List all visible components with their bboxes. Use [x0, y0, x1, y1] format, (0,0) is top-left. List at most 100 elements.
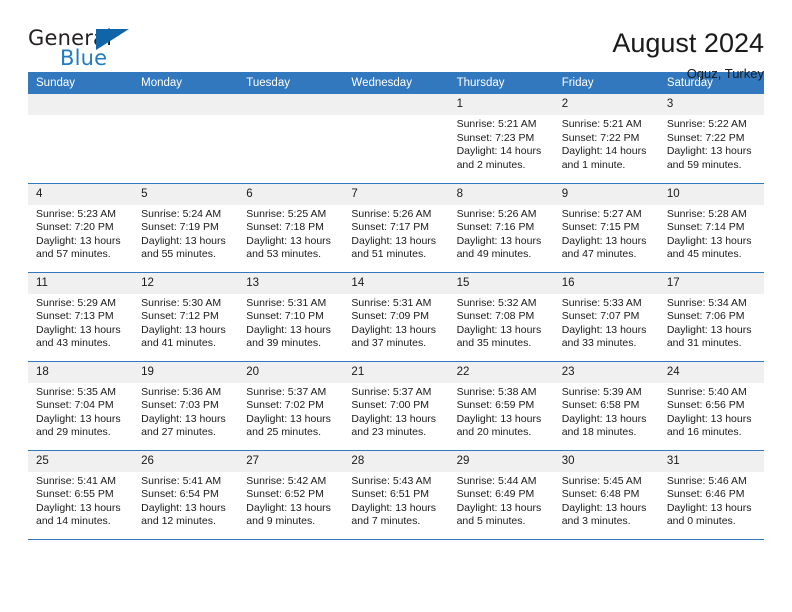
calendar-day-cell-empty[interactable]: [28, 94, 134, 184]
daylight-text: Daylight: 13 hours and 29 minutes.: [36, 412, 121, 439]
sunset-text: Sunset: 6:55 PM: [36, 488, 114, 501]
day-details: Sunrise: 5:45 AM Sunset: 6:48 PM Daylight:…: [554, 472, 659, 529]
day-number: 26: [133, 450, 239, 472]
sunrise-text: Sunrise: 5:30 AM: [141, 296, 222, 309]
day-details: Sunrise: 5:24 AM Sunset: 7:19 PM Daylight:…: [133, 205, 238, 262]
calendar-day-cell[interactable]: 31 Sunrise: 5:46 AM Sunset: 6:46 PM Dayligh…: [658, 450, 764, 540]
calendar-day-cell[interactable]: 27 Sunrise: 5:42 AM Sunset: 6:52 PM Dayligh…: [238, 450, 344, 540]
daylight-text: Daylight: 13 hours and 16 minutes.: [666, 412, 752, 439]
day-details: Sunrise: 5:38 AM Sunset: 6:59 PM Daylight:…: [449, 383, 554, 440]
calendar-day-cell[interactable]: 1 Sunrise: 5:21 AM Sunset: 7:23 PM Daylight…: [448, 94, 554, 184]
day-details: Sunrise: 5:39 AM Sunset: 6:58 PM Daylight:…: [554, 383, 659, 440]
calendar-day-cell[interactable]: 19 Sunrise: 5:36 AM Sunset: 7:03 PM Dayligh…: [133, 361, 239, 451]
calendar-day-cell[interactable]: 4 Sunrise: 5:23 AM Sunset: 7:20 PM Daylight…: [28, 183, 134, 273]
day-number: 22: [448, 361, 554, 383]
sunrise-text: Sunrise: 5:41 AM: [141, 474, 222, 487]
sunset-text: Sunset: 6:52 PM: [246, 488, 324, 501]
calendar-day-cell[interactable]: 28 Sunrise: 5:43 AM Sunset: 6:51 PM Dayligh…: [343, 450, 449, 540]
calendar-day-cell[interactable]: 16 Sunrise: 5:33 AM Sunset: 7:07 PM Dayligh…: [553, 272, 659, 362]
sunset-text: Sunset: 6:46 PM: [666, 488, 745, 501]
calendar-day-cell[interactable]: 17 Sunrise: 5:34 AM Sunset: 7:06 PM Dayligh…: [658, 272, 764, 362]
calendar-day-cell[interactable]: 18 Sunrise: 5:35 AM Sunset: 7:04 PM Dayligh…: [28, 361, 134, 451]
daylight-text: Daylight: 13 hours and 57 minutes.: [36, 234, 121, 261]
day-details: Sunrise: 5:26 AM Sunset: 7:16 PM Daylight:…: [449, 205, 554, 262]
calendar-week-row: 1 Sunrise: 5:21 AM Sunset: 7:23 PM Daylight…: [28, 94, 764, 184]
daylight-text: Daylight: 13 hours and 25 minutes.: [246, 412, 331, 439]
sunrise-text: Sunrise: 5:29 AM: [36, 296, 116, 309]
daylight-text: Daylight: 13 hours and 27 minutes.: [141, 412, 226, 439]
calendar-day-cell[interactable]: 26 Sunrise: 5:41 AM Sunset: 6:54 PM Dayligh…: [133, 450, 239, 540]
calendar-page: General Blue August 2024 Oguz, Turkey Su…: [0, 0, 792, 612]
calendar-body: 1 Sunrise: 5:21 AM Sunset: 7:23 PM Daylight…: [28, 94, 764, 540]
day-number: [343, 94, 449, 115]
calendar-day-cell-empty[interactable]: [238, 94, 344, 184]
calendar-day-cell[interactable]: 15 Sunrise: 5:32 AM Sunset: 7:08 PM Dayligh…: [448, 272, 554, 362]
day-number: 29: [448, 450, 554, 472]
day-number: 8: [448, 183, 554, 205]
sunset-text: Sunset: 7:07 PM: [561, 310, 640, 323]
calendar-day-cell[interactable]: 2 Sunrise: 5:21 AM Sunset: 7:22 PM Daylight…: [553, 94, 659, 184]
calendar-day-cell[interactable]: 6 Sunrise: 5:25 AM Sunset: 7:18 PM Daylight…: [238, 183, 344, 273]
calendar-day-cell[interactable]: 24 Sunrise: 5:40 AM Sunset: 6:56 PM Dayligh…: [658, 361, 764, 451]
calendar-day-cell[interactable]: 21 Sunrise: 5:37 AM Sunset: 7:00 PM Dayligh…: [343, 361, 449, 451]
daylight-text: Daylight: 13 hours and 23 minutes.: [351, 412, 437, 439]
day-number: 7: [343, 183, 449, 205]
day-number: 10: [658, 183, 764, 205]
calendar-day-cell[interactable]: 7 Sunrise: 5:26 AM Sunset: 7:17 PM Daylight…: [343, 183, 449, 273]
daylight-text: Daylight: 13 hours and 39 minutes.: [246, 323, 331, 350]
calendar-day-cell[interactable]: 5 Sunrise: 5:24 AM Sunset: 7:19 PM Daylight…: [133, 183, 239, 273]
calendar-day-cell[interactable]: 9 Sunrise: 5:27 AM Sunset: 7:15 PM Daylight…: [553, 183, 659, 273]
calendar-day-cell[interactable]: 11 Sunrise: 5:29 AM Sunset: 7:13 PM Dayligh…: [28, 272, 134, 362]
daylight-text: Daylight: 13 hours and 49 minutes.: [456, 234, 542, 261]
daylight-text: Daylight: 13 hours and 31 minutes.: [666, 323, 752, 350]
day-number: 6: [238, 183, 344, 205]
calendar-day-cell[interactable]: 12 Sunrise: 5:30 AM Sunset: 7:12 PM Dayligh…: [133, 272, 239, 362]
sunrise-text: Sunrise: 5:32 AM: [456, 296, 537, 309]
calendar-day-cell[interactable]: 22 Sunrise: 5:38 AM Sunset: 6:59 PM Dayligh…: [448, 361, 554, 451]
sunset-text: Sunset: 6:54 PM: [141, 488, 219, 501]
sunset-text: Sunset: 7:13 PM: [36, 310, 114, 323]
calendar-day-cell[interactable]: 3 Sunrise: 5:22 AM Sunset: 7:22 PM Daylight…: [658, 94, 764, 184]
sunrise-text: Sunrise: 5:31 AM: [246, 296, 327, 309]
sunrise-text: Sunrise: 5:41 AM: [36, 474, 116, 487]
daylight-text: Daylight: 13 hours and 59 minutes.: [666, 145, 752, 171]
calendar-day-cell[interactable]: 10 Sunrise: 5:28 AM Sunset: 7:14 PM Dayligh…: [658, 183, 764, 273]
calendar-day-cell[interactable]: 14 Sunrise: 5:31 AM Sunset: 7:09 PM Dayligh…: [343, 272, 449, 362]
sunrise-text: Sunrise: 5:26 AM: [456, 207, 537, 220]
calendar-day-cell[interactable]: 30 Sunrise: 5:45 AM Sunset: 6:48 PM Dayligh…: [553, 450, 659, 540]
day-number: 17: [658, 272, 764, 294]
day-number: [28, 94, 134, 115]
day-details: Sunrise: 5:41 AM Sunset: 6:55 PM Daylight:…: [28, 472, 133, 529]
calendar-day-cell[interactable]: 13 Sunrise: 5:31 AM Sunset: 7:10 PM Dayligh…: [238, 272, 344, 362]
daylight-text: Daylight: 14 hours and 1 minute.: [561, 145, 647, 171]
day-number: 11: [28, 272, 134, 294]
sunrise-text: Sunrise: 5:37 AM: [246, 385, 327, 398]
sunset-text: Sunset: 7:14 PM: [666, 221, 745, 234]
day-number: 25: [28, 450, 134, 472]
calendar-day-cell[interactable]: 8 Sunrise: 5:26 AM Sunset: 7:16 PM Daylight…: [448, 183, 554, 273]
daylight-text: Daylight: 13 hours and 20 minutes.: [456, 412, 542, 439]
sunrise-text: Sunrise: 5:35 AM: [36, 385, 116, 398]
day-number: 21: [343, 361, 449, 383]
sunset-text: Sunset: 7:18 PM: [246, 221, 324, 234]
day-number: 30: [553, 450, 659, 472]
calendar-day-cell[interactable]: 20 Sunrise: 5:37 AM Sunset: 7:02 PM Dayligh…: [238, 361, 344, 451]
daylight-text: Daylight: 13 hours and 51 minutes.: [351, 234, 437, 261]
day-number: 12: [133, 272, 239, 294]
day-details: Sunrise: 5:36 AM Sunset: 7:03 PM Daylight:…: [133, 383, 238, 440]
sunset-text: Sunset: 7:00 PM: [351, 399, 430, 412]
day-details: Sunrise: 5:31 AM Sunset: 7:10 PM Daylight:…: [238, 294, 343, 351]
sunrise-text: Sunrise: 5:33 AM: [561, 296, 642, 309]
calendar-day-cell-empty[interactable]: [343, 94, 449, 184]
day-number: 14: [343, 272, 449, 294]
calendar-day-cell-empty[interactable]: [133, 94, 239, 184]
general-blue-logo[interactable]: General Blue: [28, 26, 158, 72]
daylight-text: Daylight: 13 hours and 41 minutes.: [141, 323, 226, 350]
calendar-day-cell[interactable]: 23 Sunrise: 5:39 AM Sunset: 6:58 PM Dayligh…: [553, 361, 659, 451]
day-number: 16: [553, 272, 659, 294]
sunrise-text: Sunrise: 5:27 AM: [561, 207, 642, 220]
calendar-day-cell[interactable]: 25 Sunrise: 5:41 AM Sunset: 6:55 PM Dayligh…: [28, 450, 134, 540]
calendar-day-cell[interactable]: 29 Sunrise: 5:44 AM Sunset: 6:49 PM Dayligh…: [448, 450, 554, 540]
day-details: Sunrise: 5:26 AM Sunset: 7:17 PM Daylight:…: [343, 205, 448, 262]
daylight-text: Daylight: 13 hours and 14 minutes.: [36, 501, 121, 528]
